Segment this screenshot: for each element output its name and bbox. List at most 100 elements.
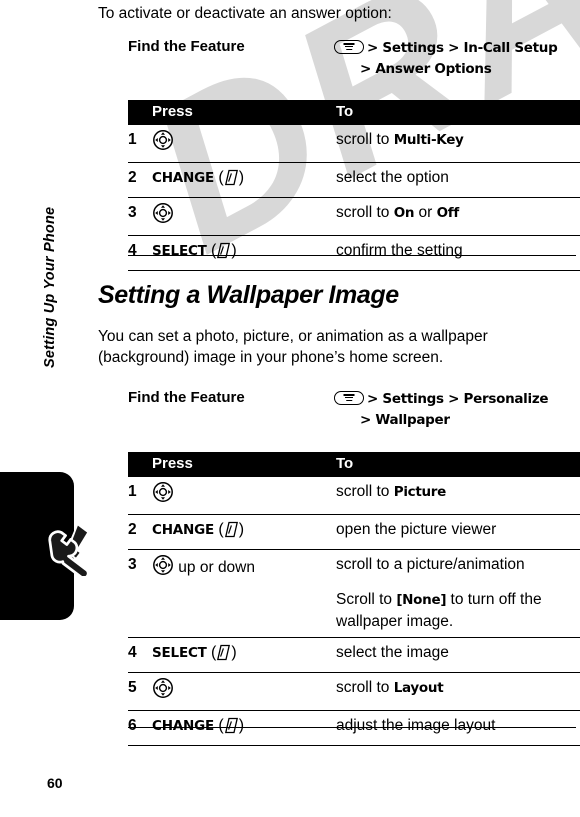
step-text: scroll to [336,131,394,148]
step-press: CHANGE () [150,514,334,550]
paren-close: ) [231,242,237,259]
step-press [150,477,334,515]
step-number: 2 [128,162,150,198]
table-header-to: To [334,100,580,125]
table-header-to: To [334,452,580,477]
step-term: Layout [393,680,444,696]
table-row: 1 scroll to Picture [128,477,580,515]
step-number: 2 [128,514,150,550]
page-title: Setting a Wallpaper Image [98,281,399,309]
step-description: open the picture viewer [334,514,580,550]
softkey-label: CHANGE [152,522,215,538]
step-term: Picture [393,484,447,500]
nav-key-icon [152,202,174,230]
softkey-label: SELECT [152,243,207,259]
table-header-number [128,452,150,477]
find-the-feature-path-1: > Settings > In-Call Setup > Answer Opti… [334,38,579,80]
step-press-suffix: up or down [174,559,255,576]
step-text: confirm the setting [336,242,463,259]
softkey-label: SELECT [152,645,207,661]
paren-close: ) [238,521,245,538]
table-row: 2 CHANGE () select the option [128,162,580,198]
nav-key-icon [152,554,174,582]
soft-key-icon [224,717,239,740]
table-row: 4 SELECT () confirm the setting [128,235,580,271]
step-press: CHANGE () [150,710,334,746]
step-description: scroll to Multi-Key [334,125,580,163]
step-description: select the option [334,162,580,198]
table-bottom-rule [128,255,576,256]
step-number: 4 [128,235,150,271]
step-number: 4 [128,637,150,673]
step-text: open the picture viewer [336,521,497,538]
step-text: scroll to [336,483,394,500]
table-row: 3 scroll to On or Off [128,197,580,236]
answer-option-steps-table: Press To 1 scroll to Multi-Key 2 CHANGE … [128,100,580,271]
step-term: Multi-Key [393,132,464,148]
step-note-prefix: Scroll to [336,591,397,608]
step-text: scroll to [336,204,394,221]
nav-key-icon [152,129,174,157]
table-row: 6 CHANGE () adjust the image layout [128,710,580,746]
step-text-mid: or [414,204,437,221]
step-description: scroll to On or Off [334,197,580,236]
table-header-press: Press [150,100,334,125]
step-description: scroll to Picture [334,477,580,515]
step-note-term: [None] [396,592,447,608]
find-the-feature-path-line1: > Settings > Personalize [367,391,549,407]
find-the-feature-path-line2: > Answer Options [360,61,492,77]
soft-key-icon [216,242,231,265]
menu-key-icon [334,40,364,54]
paren-close: ) [238,169,245,186]
soft-key-icon [224,521,239,544]
softkey-label: CHANGE [152,170,215,186]
step-number: 1 [128,125,150,163]
step-text: adjust the image layout [336,717,496,734]
wallpaper-steps-table: Press To 1 scroll to Picture 2 CHANGE ()… [128,452,580,746]
find-the-feature-label-1: Find the Feature [128,38,245,55]
table-bottom-rule [128,727,576,728]
step-press: SELECT () [150,637,334,673]
step-description: scroll to a picture/animation Scroll to … [334,549,580,638]
table-header-number [128,100,150,125]
sidebar-chapter-label: Setting Up Your Phone [42,206,58,368]
step-note: Scroll to [None] to turn off the wallpap… [336,589,580,632]
step-text: select the image [336,644,449,661]
table-header-row: Press To [128,452,580,477]
find-the-feature-label-2: Find the Feature [128,389,245,406]
find-the-feature-path-line1: > Settings > In-Call Setup [367,40,558,56]
nav-key-icon [152,481,174,509]
paren-close: ) [231,644,237,661]
table-header-press: Press [150,452,334,477]
soft-key-icon [216,644,231,667]
soft-key-icon [224,169,239,192]
step-text: scroll to [336,679,394,696]
step-description: select the image [334,637,580,673]
nav-key-icon [152,677,174,705]
page-number: 60 [47,775,63,791]
paren-close: ) [238,717,245,734]
menu-key-icon [334,391,364,405]
softkey-label: CHANGE [152,718,215,734]
step-press [150,197,334,236]
step-term-2: Off [436,205,460,221]
find-the-feature-path-2: > Settings > Personalize > Wallpaper [334,389,579,431]
step-press [150,672,334,711]
step-number: 1 [128,477,150,515]
step-number: 3 [128,549,150,638]
step-number: 6 [128,710,150,746]
step-press: CHANGE () [150,162,334,198]
page-content: Setting Up Your Phone 60 To activate or … [0,0,580,817]
find-the-feature-path-line2: > Wallpaper [360,412,450,428]
section-body-text: You can set a photo, picture, or animati… [98,328,488,366]
step-press: SELECT () [150,235,334,271]
step-number: 5 [128,672,150,711]
wrench-screwdriver-icon [40,518,98,580]
step-description: adjust the image layout [334,710,580,746]
table-row: 3 up or down scroll to a picture/animati… [128,549,580,638]
step-number: 3 [128,197,150,236]
step-press: up or down [150,549,334,638]
step-press [150,125,334,163]
table-row: 2 CHANGE () open the picture viewer [128,514,580,550]
intro-text: To activate or deactivate an answer opti… [98,5,392,22]
